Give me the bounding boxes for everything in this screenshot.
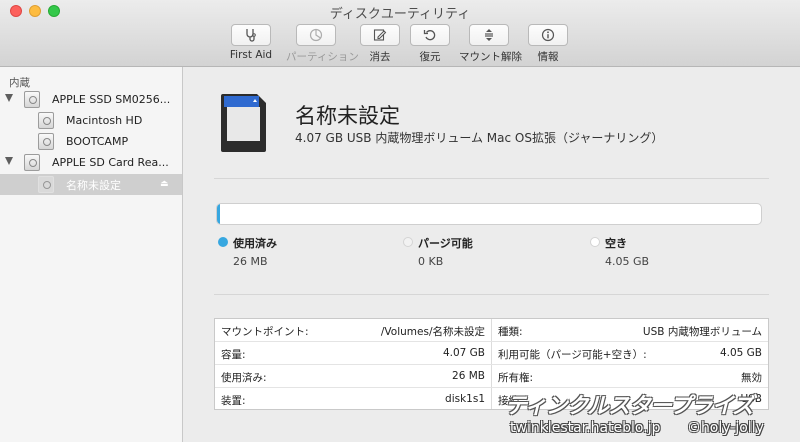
volume-name: 名称未設定 bbox=[295, 104, 400, 128]
info-key-mount-point: マウントポイント: bbox=[221, 326, 309, 338]
info-value-owners: 無効 bbox=[741, 372, 762, 384]
info-value-available: 4.05 GB bbox=[719, 347, 762, 359]
watermark-url-text: twinklestar.hateblo.jp bbox=[510, 420, 661, 436]
sidebar-item-label: 名称未設定 bbox=[66, 178, 121, 192]
toolbar-info-button[interactable]: 情報 bbox=[518, 24, 578, 64]
partition-pie-icon bbox=[309, 28, 323, 42]
legend-used-value: 26 MB bbox=[233, 255, 268, 268]
legend-purgeable-value: 0 KB bbox=[418, 255, 444, 268]
toolbar-unmount-button[interactable]: マウント解除 bbox=[459, 24, 522, 64]
legend-free-label: 空き bbox=[605, 237, 627, 250]
divider bbox=[214, 178, 769, 179]
sidebar-item-label: BOOTCAMP bbox=[66, 135, 129, 148]
usage-bar-used-segment bbox=[217, 204, 221, 224]
row-divider bbox=[215, 341, 768, 342]
disclosure-triangle-icon[interactable] bbox=[5, 94, 13, 102]
divider bbox=[214, 294, 769, 295]
sidebar: 内蔵 APPLE SSD SM0256... Macintosh HD BOOT… bbox=[0, 67, 183, 442]
title-bar: ディスクユーティリティ First Aid パーティション 消去 復元 マウント… bbox=[0, 0, 800, 67]
used-swatch-icon bbox=[218, 237, 228, 247]
info-value-mount-point: /Volumes/名称未設定 bbox=[380, 326, 485, 338]
volume-icon bbox=[38, 133, 54, 150]
toolbar-unmount-label: マウント解除 bbox=[459, 51, 522, 63]
free-swatch-icon bbox=[590, 237, 600, 247]
sidebar-item-apple-sd-card-reader[interactable]: APPLE SD Card Rea... bbox=[0, 152, 182, 173]
volume-icon bbox=[38, 112, 54, 129]
stethoscope-icon bbox=[246, 29, 256, 42]
purgeable-swatch-icon bbox=[403, 237, 413, 247]
restore-arrow-icon bbox=[423, 30, 436, 41]
info-icon bbox=[541, 28, 555, 42]
sidebar-item-label: APPLE SSD SM0256... bbox=[52, 93, 171, 106]
info-key-type: 種類: bbox=[498, 326, 523, 338]
info-value-device: disk1s1 bbox=[445, 393, 485, 405]
info-value-used: 26 MB bbox=[452, 370, 485, 382]
sidebar-item-apple-ssd[interactable]: APPLE SSD SM0256... bbox=[0, 89, 182, 110]
sidebar-item-macintosh-hd[interactable]: Macintosh HD bbox=[0, 110, 182, 131]
hard-disk-icon bbox=[24, 154, 40, 171]
sidebar-item-bootcamp[interactable]: BOOTCAMP bbox=[0, 131, 182, 152]
erase-pencil-icon bbox=[373, 29, 387, 41]
info-key-device: 装置: bbox=[221, 395, 246, 407]
info-key-available: 利用可能（パージ可能+空き）: bbox=[498, 349, 647, 361]
toolbar-first-aid-label: First Aid bbox=[229, 49, 273, 61]
window-title: ディスクユーティリティ bbox=[329, 7, 471, 22]
watermark-brand: ティンクルスタープライズ bbox=[505, 394, 754, 419]
legend-used-label: 使用済み bbox=[233, 237, 277, 250]
eject-icon[interactable]: ⏏ bbox=[160, 179, 169, 189]
unmount-icon bbox=[485, 29, 493, 41]
sidebar-section-internal: 内蔵 bbox=[9, 77, 30, 89]
sd-card-icon bbox=[221, 94, 266, 152]
sidebar-item-untitled-volume[interactable]: 名称未設定 ⏏ bbox=[0, 174, 182, 195]
legend-purgeable-label: パージ可能 bbox=[418, 237, 473, 250]
disclosure-triangle-icon[interactable] bbox=[5, 157, 13, 165]
info-value-type: USB 内蔵物理ボリューム bbox=[642, 326, 762, 338]
watermark-url: twinklestar.hateblo.jp ©holy-jolly bbox=[510, 420, 764, 436]
watermark-handle: ©holy-jolly bbox=[686, 420, 764, 436]
row-divider bbox=[215, 364, 768, 365]
toolbar-first-aid-button[interactable]: First Aid bbox=[221, 24, 281, 61]
info-key-capacity: 容量: bbox=[221, 349, 246, 361]
info-key-used: 使用済み: bbox=[221, 372, 267, 384]
legend-free-value: 4.05 GB bbox=[605, 255, 650, 268]
toolbar-partition-label: パーティション bbox=[286, 51, 359, 63]
info-value-capacity: 4.07 GB bbox=[442, 347, 485, 359]
hard-disk-icon bbox=[24, 91, 40, 108]
toolbar-restore-button[interactable]: 復元 bbox=[400, 24, 460, 64]
detail-pane: 名称未設定 4.07 GB USB 内蔵物理ボリューム Mac OS拡張（ジャー… bbox=[183, 67, 800, 442]
toolbar-partition-button[interactable]: パーティション bbox=[286, 24, 359, 64]
volume-icon bbox=[38, 176, 54, 193]
info-key-owners: 所有権: bbox=[498, 372, 534, 384]
sidebar-item-label: APPLE SD Card Rea... bbox=[52, 156, 169, 169]
usage-bar bbox=[216, 203, 762, 225]
toolbar-info-label: 情報 bbox=[537, 51, 559, 63]
toolbar-restore-label: 復元 bbox=[419, 51, 441, 63]
volume-description: 4.07 GB USB 内蔵物理ボリューム Mac OS拡張（ジャーナリング） bbox=[295, 131, 664, 145]
sidebar-item-label: Macintosh HD bbox=[66, 114, 143, 127]
